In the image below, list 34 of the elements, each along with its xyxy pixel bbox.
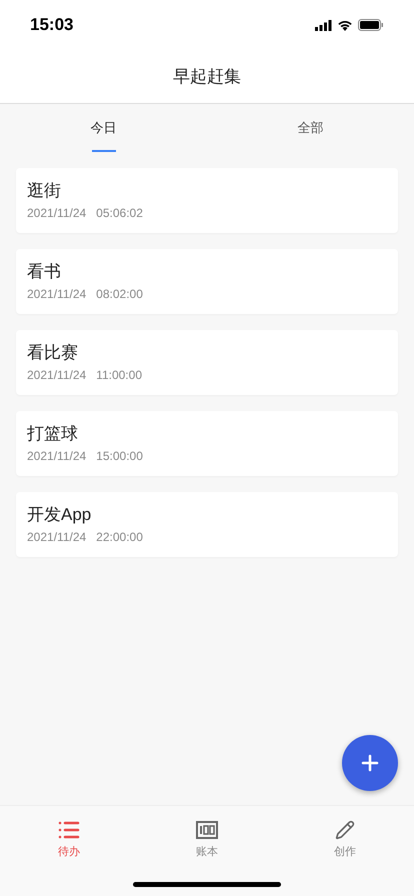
signal-icon: [315, 20, 332, 30]
nav-label: 待办: [58, 845, 80, 860]
tab[interactable]: 今日: [0, 104, 207, 152]
task-title: 看比赛: [27, 344, 79, 361]
task-date: 2021/11/24: [27, 207, 86, 219]
task-time: 15:00:00: [96, 450, 143, 462]
battery-icon: [358, 19, 384, 31]
tab[interactable]: 全部: [207, 104, 414, 152]
task-date: 2021/11/24: [27, 288, 86, 300]
nav-label: 账本: [196, 845, 218, 860]
task-date: 2021/11/24: [27, 531, 86, 543]
nav-label: 创作: [334, 845, 356, 860]
task-title: 打篮球: [27, 425, 79, 442]
status-time: 15:03: [30, 14, 74, 36]
task-date: 2021/11/24: [27, 369, 86, 381]
task-time: 08:02:00: [96, 288, 143, 300]
task-card[interactable]: 开发App 2021/11/24 22:00:00: [16, 492, 398, 557]
task-card[interactable]: 看比赛 2021/11/24 11:00:00: [16, 330, 398, 395]
pencil-icon: [335, 820, 355, 840]
wifi-icon: [337, 19, 353, 31]
task-title: 逛街: [27, 182, 62, 199]
task-card[interactable]: 看书 2021/11/24 08:02:00: [16, 249, 398, 314]
task-time: 05:06:02: [96, 207, 143, 219]
task-title: 开发App: [27, 506, 92, 523]
task-title: 看书: [27, 263, 62, 280]
task-date: 2021/11/24: [27, 450, 86, 462]
ledger-icon: [196, 821, 218, 839]
add-button[interactable]: [342, 735, 398, 791]
task-card[interactable]: 打篮球 2021/11/24 15:00:00: [16, 411, 398, 476]
task-time: 11:00:00: [96, 369, 142, 381]
task-card[interactable]: 逛街 2021/11/24 05:06:02: [16, 168, 398, 233]
page-title: 早起赶集: [173, 66, 241, 88]
task-time: 22:00:00: [96, 531, 143, 543]
nav-tab[interactable]: 待办: [0, 818, 138, 860]
